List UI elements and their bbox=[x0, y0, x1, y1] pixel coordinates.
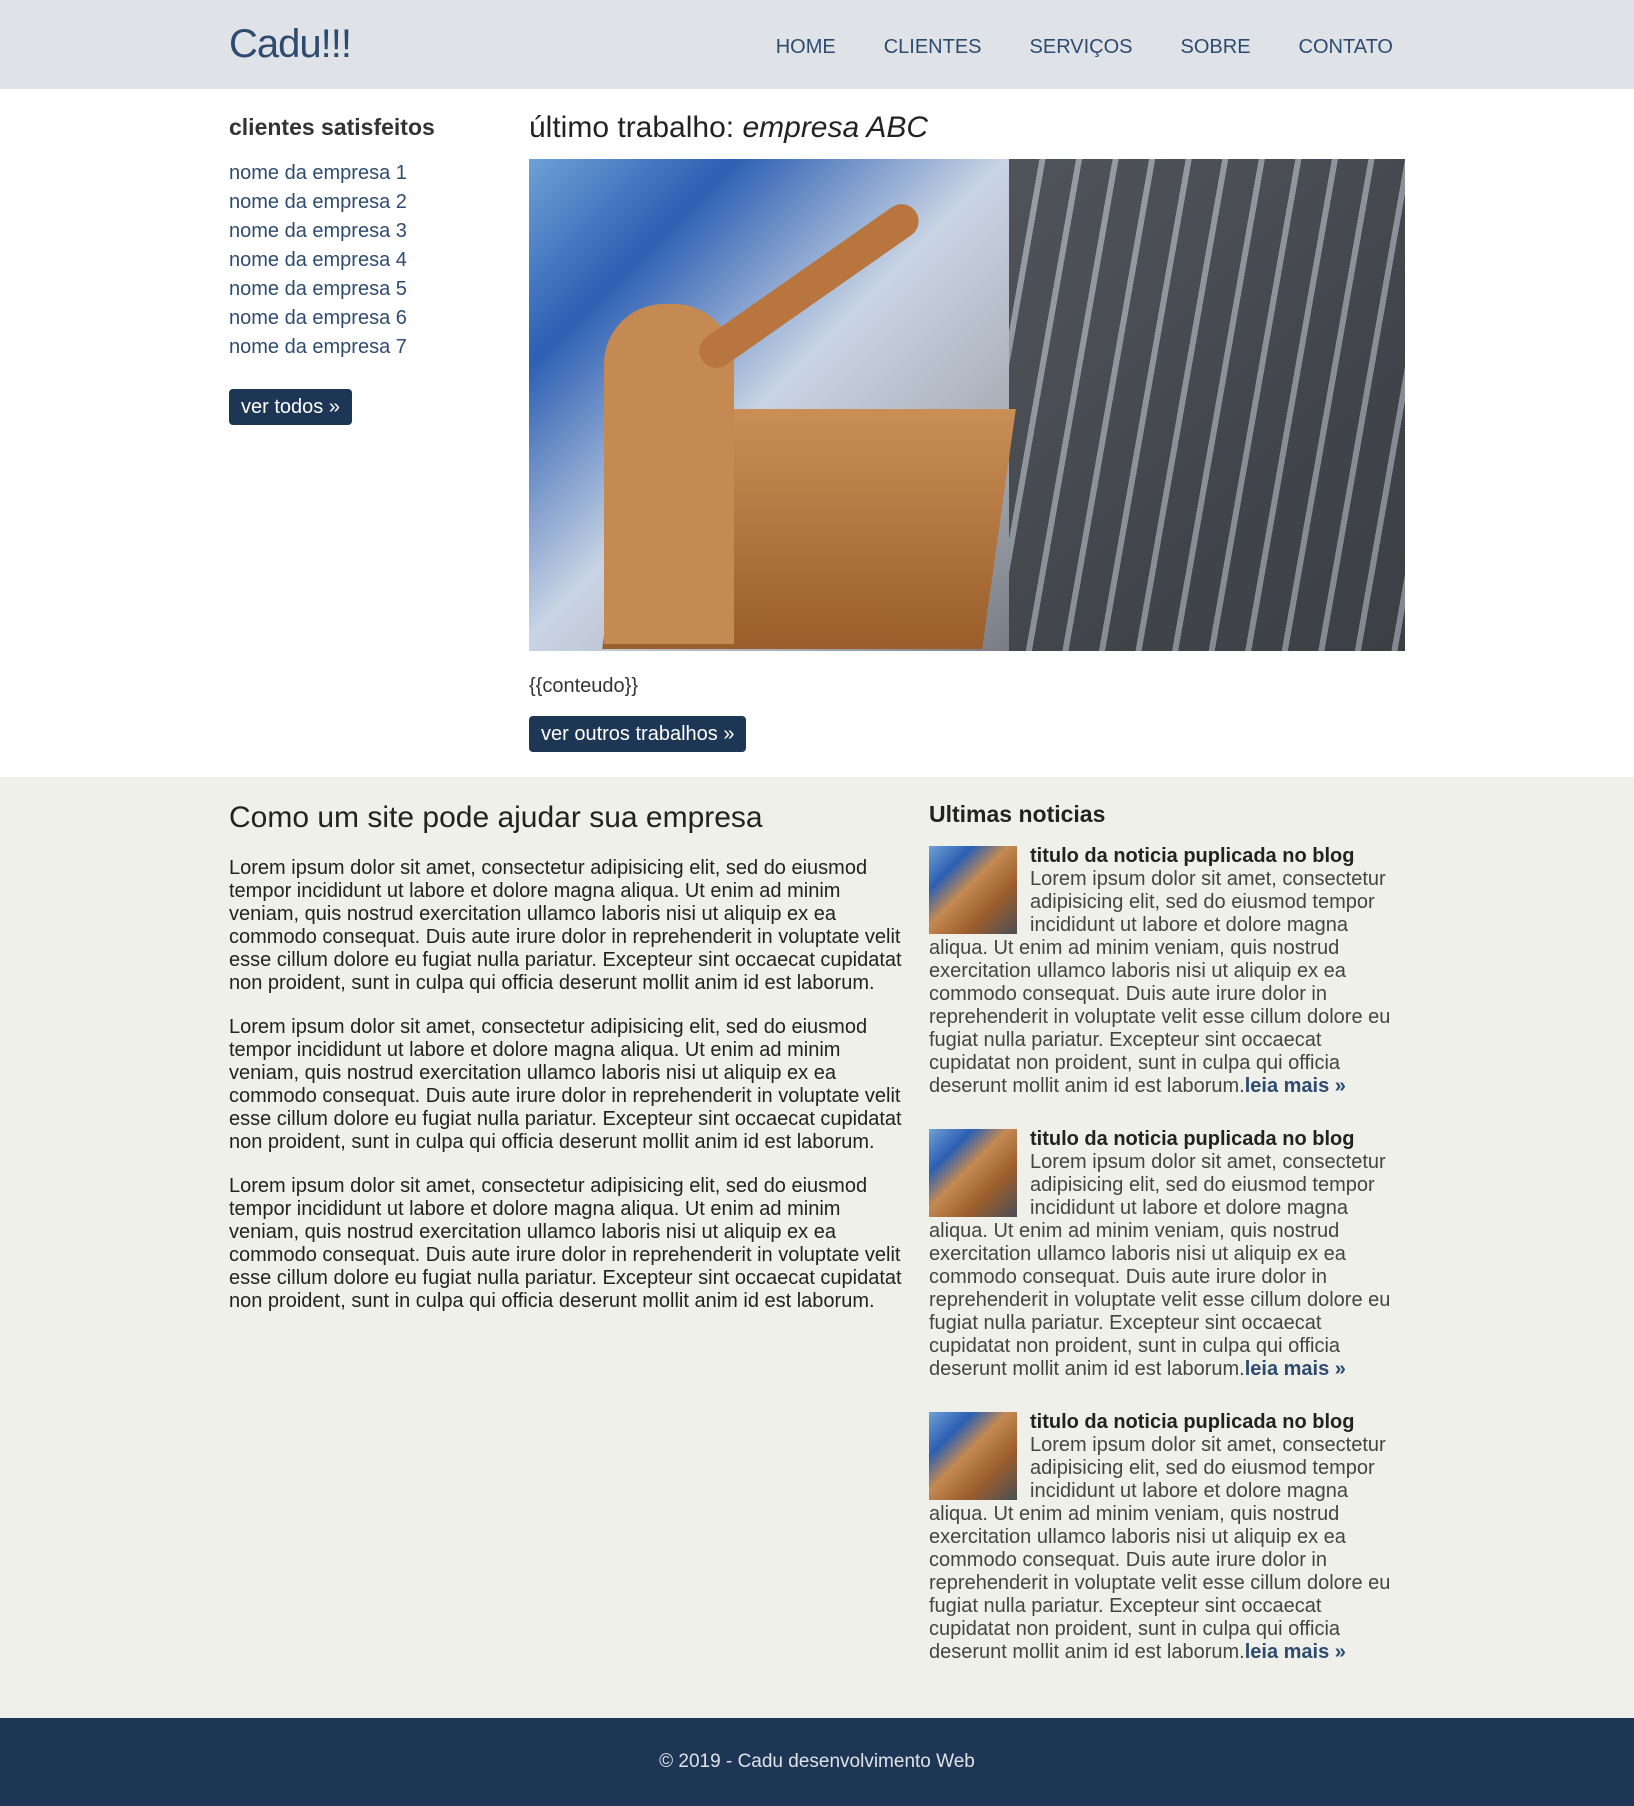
client-link[interactable]: nome da empresa 4 bbox=[229, 246, 489, 275]
footer-text: © 2019 - Cadu desenvolvimento Web bbox=[659, 1751, 975, 1772]
news-item: titulo da noticia puplicada no blog Lore… bbox=[929, 844, 1404, 1098]
site-logo[interactable]: Cadu!!! bbox=[229, 22, 352, 67]
read-more-link[interactable]: leia mais » bbox=[1245, 1075, 1346, 1097]
site-footer: © 2019 - Cadu desenvolvimento Web bbox=[0, 1718, 1634, 1806]
client-link[interactable]: nome da empresa 5 bbox=[229, 275, 489, 304]
news-item: titulo da noticia puplicada no blog Lore… bbox=[929, 1127, 1404, 1381]
toolbox-handle-shape bbox=[692, 197, 926, 375]
article-paragraph: Lorem ipsum dolor sit amet, consectetur … bbox=[229, 857, 902, 994]
see-all-button[interactable]: ver todos » bbox=[229, 389, 352, 425]
article-title: Como um site pode ajudar sua empresa bbox=[229, 801, 763, 834]
news-section: Ultimas noticias titulo da noticia pupli… bbox=[929, 801, 1404, 1693]
clients-sidebar: clientes satisfeitos nome da empresa 1 n… bbox=[229, 114, 489, 425]
toolbox-keyboard-image bbox=[529, 159, 1405, 651]
client-link[interactable]: nome da empresa 7 bbox=[229, 333, 489, 362]
title-prefix: último trabalho: bbox=[529, 111, 743, 144]
read-more-link[interactable]: leia mais » bbox=[1245, 1641, 1346, 1663]
client-link[interactable]: nome da empresa 6 bbox=[229, 304, 489, 333]
main-nav: HOME CLIENTES SERVIÇOS SOBRE CONTATO bbox=[728, 36, 1393, 59]
news-thumbnail bbox=[929, 1129, 1017, 1217]
other-works-button[interactable]: ver outros trabalhos » bbox=[529, 716, 747, 752]
title-company: empresa ABC bbox=[742, 111, 929, 144]
client-link[interactable]: nome da empresa 2 bbox=[229, 188, 489, 217]
nav-servicos[interactable]: SERVIÇOS bbox=[1030, 36, 1133, 59]
news-thumbnail bbox=[929, 1412, 1017, 1500]
latest-work: último trabalho: empresa ABC {{conteudo}… bbox=[529, 111, 1405, 752]
client-list: nome da empresa 1 nome da empresa 2 nome… bbox=[229, 159, 489, 362]
client-link[interactable]: nome da empresa 3 bbox=[229, 217, 489, 246]
sidebar-title: clientes satisfeitos bbox=[229, 114, 435, 140]
site-header: Cadu!!! HOME CLIENTES SERVIÇOS SOBRE CON… bbox=[0, 0, 1634, 89]
read-more-link[interactable]: leia mais » bbox=[1245, 1358, 1346, 1380]
article-paragraph: Lorem ipsum dolor sit amet, consectetur … bbox=[229, 1016, 902, 1153]
nav-contato[interactable]: CONTATO bbox=[1299, 36, 1393, 59]
news-thumbnail bbox=[929, 846, 1017, 934]
nav-sobre[interactable]: SOBRE bbox=[1181, 36, 1251, 59]
news-title: Ultimas noticias bbox=[929, 801, 1106, 827]
keyboard-shape bbox=[1009, 159, 1405, 651]
client-link[interactable]: nome da empresa 1 bbox=[229, 159, 489, 188]
nav-clientes[interactable]: CLIENTES bbox=[884, 36, 982, 59]
article-section: Como um site pode ajudar sua empresa Lor… bbox=[229, 801, 907, 1334]
nav-home[interactable]: HOME bbox=[776, 36, 836, 59]
work-content: {{conteudo}} bbox=[529, 675, 639, 697]
news-item: titulo da noticia puplicada no blog Lore… bbox=[929, 1410, 1404, 1664]
latest-work-title: último trabalho: empresa ABC bbox=[529, 111, 1405, 145]
article-paragraph: Lorem ipsum dolor sit amet, consectetur … bbox=[229, 1175, 902, 1312]
